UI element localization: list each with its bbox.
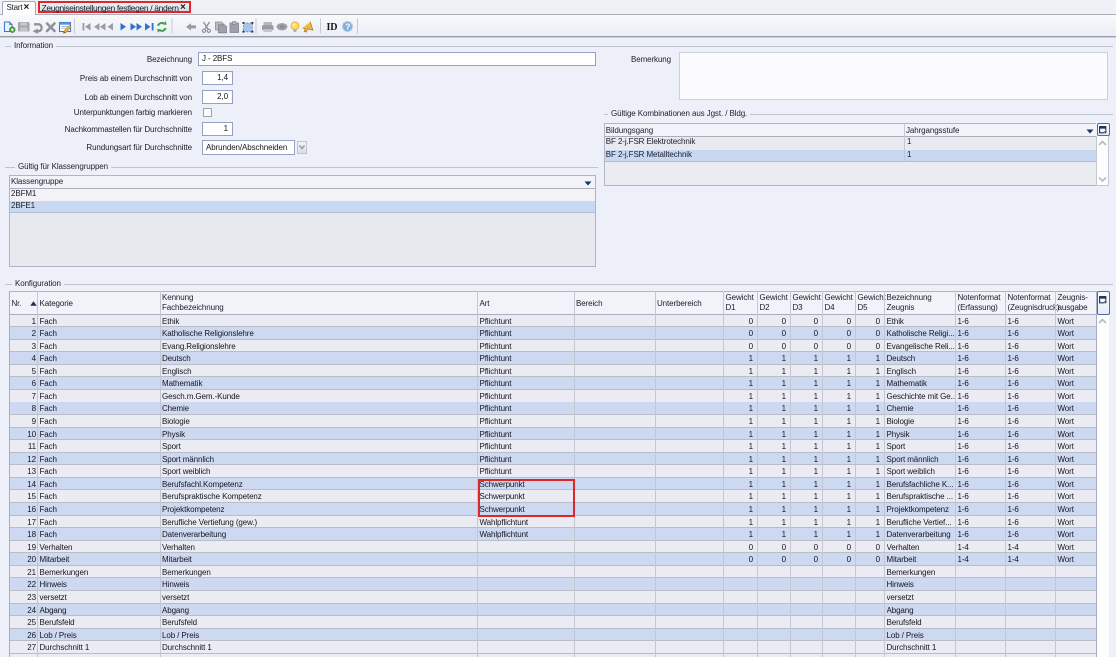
svg-text:?: ? (345, 22, 350, 32)
svg-text:ID: ID (327, 22, 338, 33)
